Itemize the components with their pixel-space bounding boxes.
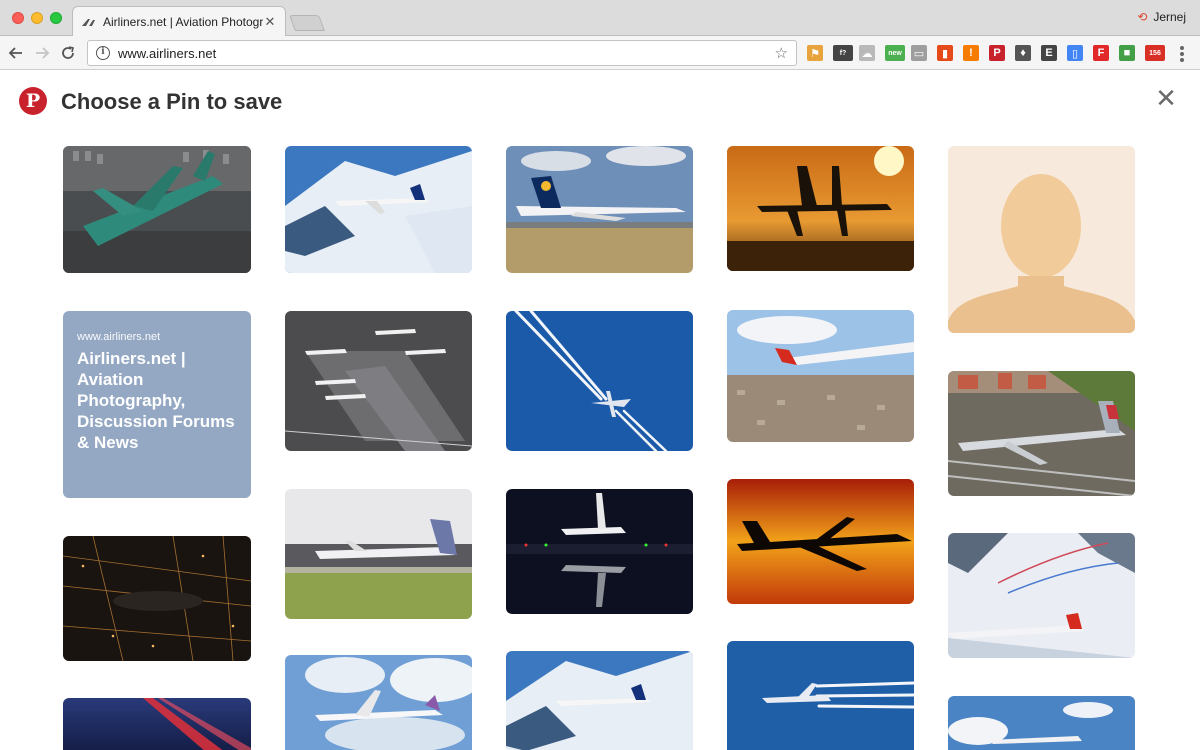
book-icon[interactable]: ▮ bbox=[937, 45, 953, 61]
aircraft-photo bbox=[285, 311, 472, 451]
pinterest-logo-icon: P bbox=[19, 87, 47, 115]
aircraft-photo bbox=[63, 146, 251, 273]
aircraft-photo bbox=[285, 655, 472, 750]
pin-image-lufthansa-snow[interactable] bbox=[506, 651, 693, 750]
profile-name: Jernej bbox=[1153, 10, 1186, 24]
pin-image-contrail-jet[interactable] bbox=[727, 641, 914, 750]
pin-text-card[interactable]: www.airliners.net Airliners.net | Aviati… bbox=[63, 311, 251, 498]
profile-button[interactable]: ⟲ Jernej bbox=[1137, 10, 1186, 24]
aircraft-photo bbox=[506, 311, 693, 451]
aircraft-photo bbox=[506, 651, 693, 750]
cloud-icon[interactable]: ☁ bbox=[859, 45, 875, 61]
evernote-icon[interactable]: E bbox=[1041, 45, 1057, 61]
airliners-favicon-icon bbox=[82, 19, 95, 26]
back-button[interactable] bbox=[6, 43, 26, 63]
close-window-button[interactable] bbox=[12, 12, 24, 24]
aircraft-photo bbox=[948, 533, 1135, 658]
forward-arrow-icon bbox=[36, 47, 50, 59]
browser-window: Airliners.net | Aviation Photography, Di… bbox=[0, 0, 1200, 750]
profile-sync-icon: ⟲ bbox=[1137, 10, 1148, 24]
close-icon[interactable]: ✕ bbox=[1154, 85, 1178, 111]
pin-image-airport-aerial[interactable] bbox=[285, 311, 472, 451]
pinterest-icon[interactable]: P bbox=[989, 45, 1005, 61]
default-avatar-icon bbox=[948, 146, 1135, 333]
pin-image-contrails[interactable] bbox=[506, 311, 693, 451]
pin-image-swiss-wing[interactable] bbox=[727, 310, 914, 442]
bookmark-pin-icon[interactable]: ⚑ bbox=[807, 45, 823, 61]
url-text: www.airliners.net bbox=[118, 45, 217, 61]
aircraft-photo bbox=[727, 479, 914, 604]
site-info-icon[interactable]: i bbox=[96, 46, 110, 60]
aircraft-photo bbox=[727, 641, 914, 750]
pin-image-night-city[interactable] bbox=[63, 536, 251, 661]
tab-title: Airliners.net | Aviation Photography, Di… bbox=[103, 15, 263, 29]
pin-image-cargo-plane[interactable] bbox=[285, 489, 472, 619]
pin-image-american[interactable] bbox=[948, 371, 1135, 496]
alert-icon[interactable]: ! bbox=[963, 45, 979, 61]
docs-icon[interactable]: ▯ bbox=[1067, 45, 1083, 61]
fontface-icon[interactable]: f? bbox=[833, 45, 853, 61]
aircraft-photo bbox=[948, 371, 1135, 496]
reload-icon bbox=[62, 46, 74, 59]
pin-image-silhouette-sunset[interactable] bbox=[727, 479, 914, 604]
lightbulb-icon[interactable]: ♦ bbox=[1015, 45, 1031, 61]
browser-toolbar: i www.airliners.net ☆ ⚑ f? ☁ new ▭ ▮! P ♦ E ▯ F ■ 15… bbox=[0, 36, 1200, 70]
aircraft-photo bbox=[63, 536, 251, 661]
folder-icon[interactable]: ▭ bbox=[911, 45, 927, 61]
maximize-window-button[interactable] bbox=[50, 12, 62, 24]
aircraft-photo bbox=[727, 310, 914, 442]
pin-image-red-streaks[interactable] bbox=[63, 698, 251, 750]
aircraft-photo bbox=[727, 146, 914, 271]
tab-bar: Airliners.net | Aviation Photography, Di… bbox=[0, 0, 1200, 37]
aircraft-photo bbox=[506, 489, 693, 614]
aircraft-photo bbox=[285, 146, 472, 273]
tab-close-icon[interactable]: ✕ bbox=[263, 14, 277, 30]
pin-image-aerlingus[interactable] bbox=[63, 146, 251, 273]
pin-image-lufthansa-mountains[interactable] bbox=[285, 146, 472, 273]
pin-image-swiss-ski[interactable] bbox=[948, 533, 1135, 658]
browser-menu-button[interactable] bbox=[1180, 46, 1184, 62]
text-pin-title: Airliners.net | Aviation Photography, Di… bbox=[77, 349, 235, 452]
text-pin-url: www.airliners.net bbox=[77, 331, 161, 343]
mail-badge-icon[interactable]: 156 bbox=[1145, 45, 1165, 61]
forward-button[interactable] bbox=[32, 43, 52, 63]
pin-image-night-jet[interactable] bbox=[506, 489, 693, 614]
aircraft-photo bbox=[948, 696, 1135, 750]
pin-placeholder-avatar[interactable] bbox=[948, 146, 1135, 333]
pin-image-fighter-sunset[interactable] bbox=[727, 146, 914, 271]
tab-airliners[interactable]: Airliners.net | Aviation Photography, Di… bbox=[72, 6, 286, 37]
page-title: Choose a Pin to save bbox=[61, 89, 283, 114]
bookmark-star-icon[interactable]: ☆ bbox=[775, 44, 788, 62]
pin-image-sky-plane[interactable] bbox=[948, 696, 1135, 750]
flipboard-icon[interactable]: F bbox=[1093, 45, 1109, 61]
back-arrow-icon bbox=[8, 47, 22, 59]
pin-image-lufthansa-a380[interactable] bbox=[506, 146, 693, 273]
swatch-icon[interactable]: ■ bbox=[1119, 45, 1135, 61]
pinterest-picker: P Choose a Pin to save ✕ www.airliners.n… bbox=[0, 71, 1200, 750]
new-tab-button[interactable] bbox=[289, 15, 325, 31]
address-bar[interactable]: i www.airliners.net ☆ bbox=[87, 40, 797, 66]
new-badge-icon[interactable]: new bbox=[885, 45, 905, 61]
aircraft-photo bbox=[285, 489, 472, 619]
minimize-window-button[interactable] bbox=[31, 12, 43, 24]
aircraft-photo bbox=[506, 146, 693, 273]
aircraft-photo bbox=[63, 698, 251, 750]
reload-button[interactable] bbox=[58, 43, 78, 63]
pin-image-china-airlines[interactable] bbox=[285, 655, 472, 750]
